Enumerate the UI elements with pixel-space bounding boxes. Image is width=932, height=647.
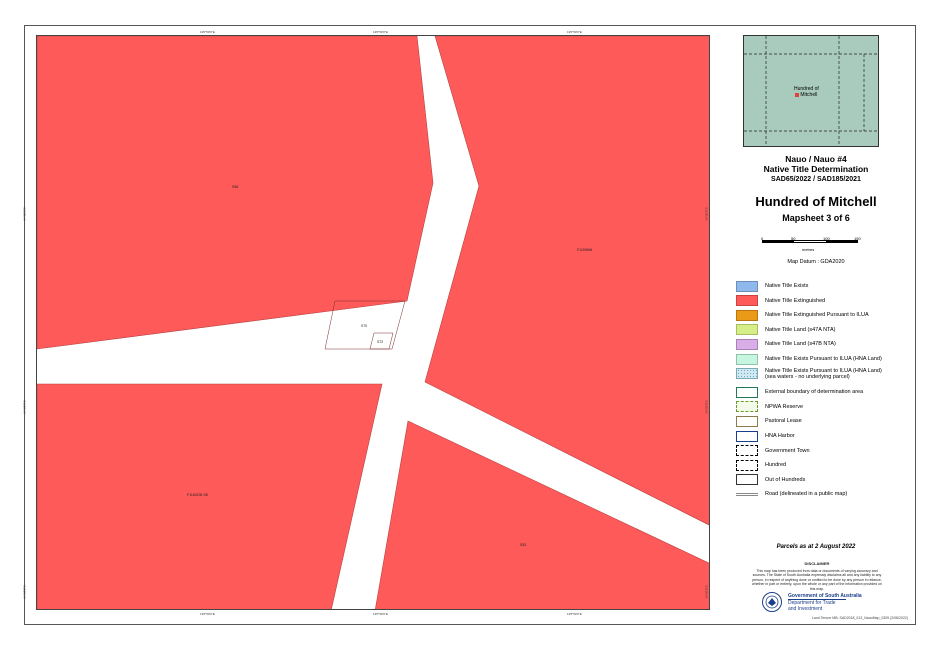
parcel-label-bottom-right: S53 xyxy=(520,543,526,547)
legend-label: Native Title Land (s47A NTA) xyxy=(765,326,836,333)
legend-swatch xyxy=(736,415,758,427)
map-frame: S56 F1159964 S70 S72 F1160235 S8 S53 xyxy=(36,35,710,610)
legend-swatch xyxy=(736,459,758,471)
parcel-label-top-left: S56 xyxy=(232,185,238,189)
legend-label: Native Title Exists xyxy=(765,283,809,289)
legend-label: Government Town xyxy=(765,447,810,454)
parcel-label-top-right: F1159964 xyxy=(577,248,593,252)
legend-item: HNA Harbor xyxy=(736,429,795,443)
disclaimer-text: This map has been produced from data or … xyxy=(752,568,882,591)
legend-item: NPWA Reserve xyxy=(736,400,803,414)
inset-label-line2-wrap: Mitchell xyxy=(794,92,819,98)
legend-label: Native Title Land (s47B NTA) xyxy=(765,341,836,348)
department-name: Department for Trade and Investment xyxy=(788,600,836,612)
tick-top-3: 135°50'0"E xyxy=(567,30,582,34)
title-case-numbers: SAD65/2022 / SAD185/2021 xyxy=(771,176,861,183)
legend-label: Native Title Extinguished xyxy=(765,297,826,304)
hundred-title: Hundred of Mitchell xyxy=(755,194,877,209)
legend-swatch xyxy=(736,445,758,457)
legend-label: Road (delineated in a public map) xyxy=(765,491,848,498)
government-crest-icon xyxy=(762,592,782,612)
legend-item: Native Title Extinguished xyxy=(736,294,825,308)
legend-item: Native Title Exists Pursuant to ILUA (HN… xyxy=(736,367,882,381)
legend-label-line1: Native Title Exists Pursuant to ILUA (HN… xyxy=(765,367,882,374)
location-marker-icon xyxy=(795,92,800,97)
legend-swatch xyxy=(736,474,758,486)
legend-label: NPWA Reserve xyxy=(765,403,804,410)
legend-label: Hundred xyxy=(765,462,787,469)
legend-swatch xyxy=(736,386,758,398)
tick-bottom-3: 135°50'0"E xyxy=(567,612,582,616)
parcel-layer xyxy=(37,36,709,609)
legend-item: Native Title Land (s47B NTA) xyxy=(736,337,836,351)
legend-item: Road (delineated in a public map) xyxy=(736,487,847,501)
tick-left-1: 34°20'0"S xyxy=(22,207,27,221)
legend-label: External boundary of determination area xyxy=(765,389,864,396)
legend-swatch xyxy=(736,309,758,321)
legend-swatch xyxy=(736,324,758,336)
map-datum: Map Datum : GDA2020 xyxy=(787,259,845,265)
legend-item: Government Town xyxy=(736,444,810,458)
parcel-label-small-b: S72 xyxy=(377,340,383,344)
side-panel: Hundred of Mitchell Nauo / Nauo #4 Nativ… xyxy=(722,30,910,622)
legend-label: Pastoral Lease xyxy=(765,418,802,425)
tick-top-1: 135°50'0"E xyxy=(200,30,215,34)
legend-swatch xyxy=(736,280,758,292)
title-line2: Native Title Determination xyxy=(763,164,869,174)
parcel-label-bottom-left: F1160235 S8 xyxy=(187,493,208,497)
legend-item: Native Title Land (s47A NTA) xyxy=(736,323,836,337)
scale-unit: metres xyxy=(802,247,815,252)
legend-swatch xyxy=(736,353,758,365)
map-canvas: S56 F1159964 S70 S72 F1160235 S8 S53 xyxy=(37,36,709,609)
scale-bar xyxy=(762,240,858,243)
tick-bottom-2: 135°50'0"E xyxy=(373,612,388,616)
tick-bottom-1: 135°50'0"E xyxy=(200,612,215,616)
legend-label: Native Title Extinguished Pursuant to IL… xyxy=(765,312,869,319)
tick-top-2: 135°50'0"E xyxy=(373,30,388,34)
legend-item: Native Title Exists xyxy=(736,279,808,293)
inset-label-line2: Mitchell xyxy=(800,92,818,98)
legend-label: HNA Harbor xyxy=(765,433,795,439)
title-line1: Nauo / Nauo #4 xyxy=(785,154,847,164)
legend-swatch xyxy=(736,338,758,350)
parcel-bottom-left xyxy=(37,383,383,609)
parcel-label-small-a: S70 xyxy=(361,324,367,328)
legend-swatch xyxy=(736,368,758,380)
tick-right-3: 34°20'0"S xyxy=(704,585,709,599)
mapsheet-title: Mapsheet 3 of 6 xyxy=(782,213,850,223)
legend-item: Native Title Extinguished Pursuant to IL… xyxy=(736,308,869,322)
legend-item: Out of Hundreds xyxy=(736,473,805,487)
inset-label: Hundred of Mitchell xyxy=(794,86,819,98)
legend-item: Hundred xyxy=(736,458,786,472)
disclaimer-heading: DISCLAIMER xyxy=(804,561,830,566)
legend-label: Out of Hundreds xyxy=(765,476,806,483)
legend-label: Native Title Exists Pursuant to ILUA (HN… xyxy=(765,356,882,362)
tick-right-1: 34°20'0"S xyxy=(704,207,709,221)
tick-left-3: 34°20'0"S xyxy=(22,585,27,599)
legend-swatch xyxy=(736,492,758,496)
legend-swatch xyxy=(736,401,758,413)
tick-right-2: 34°20'0"S xyxy=(704,400,709,414)
legend-swatch xyxy=(736,295,758,307)
legend-item: Native Title Exists Pursuant to ILUA (HN… xyxy=(736,352,882,366)
footer-reference: Land Tenure MB: SAD2018_013_NauoMap_0305… xyxy=(811,616,908,620)
disclaimer: DISCLAIMER This map has been produced fr… xyxy=(752,561,882,591)
legend-swatch xyxy=(736,430,758,442)
legend-item: External boundary of determination area xyxy=(736,385,863,399)
parcel-top-left xyxy=(37,36,434,350)
tick-left-2: 34°20'0"S xyxy=(22,400,27,414)
legend-label: Native Title Exists Pursuant to ILUA (HN… xyxy=(765,368,882,380)
parcels-date: Parcels as at 2 August 2022 xyxy=(776,544,856,550)
department-line2: and Investment xyxy=(788,606,823,612)
legend-label-line2: (sea waters - no underlying parcel) xyxy=(765,373,850,380)
government-logo-block: Government of South Australia Department… xyxy=(762,590,882,616)
locator-inset-map: Hundred of Mitchell xyxy=(743,35,879,147)
legend-item: Pastoral Lease xyxy=(736,414,802,428)
